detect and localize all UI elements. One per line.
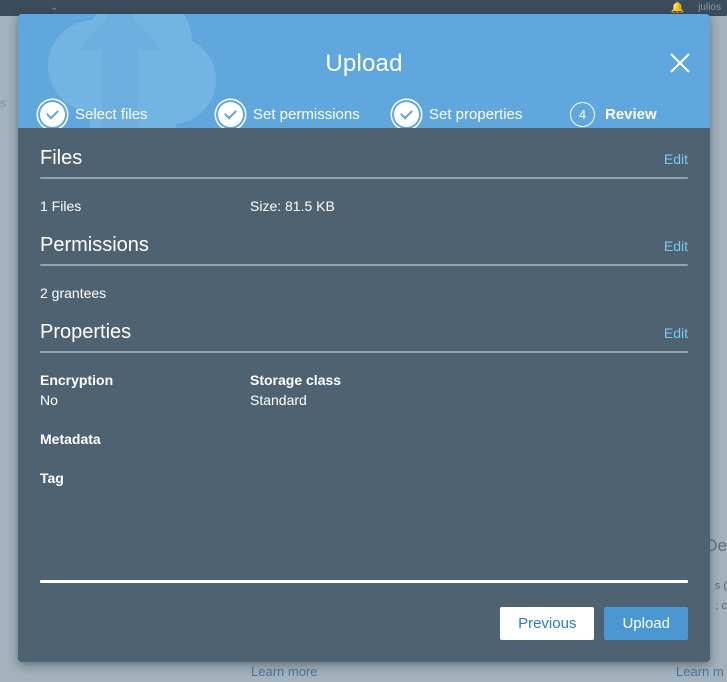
check-icon xyxy=(394,102,419,127)
close-button[interactable] xyxy=(662,45,698,81)
storage-class-value: Standard xyxy=(250,392,307,408)
background-right-line-1: s ( xyxy=(714,580,727,592)
encryption-value: No xyxy=(40,392,58,408)
files-section-body: 1 Files Size: 81.5 KB xyxy=(40,179,688,216)
step-set-properties[interactable]: Set properties xyxy=(394,102,570,127)
step-number-badge: 4 xyxy=(570,102,595,127)
modal-footer: Previous Upload xyxy=(18,580,710,662)
background-learn-more-link-2[interactable]: Learn m xyxy=(676,664,724,679)
properties-section: Properties Edit Encryption No Storage cl… xyxy=(40,321,688,488)
step-select-files[interactable]: Select files xyxy=(40,102,218,127)
permissions-section: Permissions Edit 2 grantees xyxy=(40,234,688,303)
files-size: Size: 81.5 KB xyxy=(250,198,335,214)
step-indicator: Select files Set permissions Set propert… xyxy=(40,102,688,127)
files-section-head: Files Edit xyxy=(40,147,688,177)
footer-actions: Previous Upload xyxy=(40,607,688,640)
modal-title: Upload xyxy=(325,50,403,77)
files-count: 1 Files xyxy=(40,198,82,214)
storage-class-field: Storage class Standard xyxy=(250,370,688,410)
background-left-text: s xyxy=(0,96,6,110)
footer-divider xyxy=(40,580,688,583)
check-icon xyxy=(40,102,65,127)
navbar-chevron-icon[interactable]: ⌄ xyxy=(50,1,58,15)
background-learn-more-link-1[interactable]: Learn more xyxy=(251,664,317,679)
modal-header: Upload Select files Set permissions Set … xyxy=(18,14,710,128)
permissions-section-body: 2 grantees xyxy=(40,266,688,303)
permissions-extra xyxy=(250,283,688,303)
properties-edit-link[interactable]: Edit xyxy=(664,325,688,341)
grantees-count: 2 grantees xyxy=(40,285,107,301)
files-section-title: Files xyxy=(40,147,83,169)
tag-label: Tag xyxy=(40,470,64,486)
properties-section-head: Properties Edit xyxy=(40,321,688,351)
step-label-set-properties: Set properties xyxy=(429,106,523,123)
files-section: Files Edit 1 Files Size: 81.5 KB xyxy=(40,147,688,216)
step-review[interactable]: 4 Review xyxy=(570,102,657,127)
encryption-label: Encryption xyxy=(40,372,114,388)
files-edit-link[interactable]: Edit xyxy=(664,151,688,167)
permissions-section-head: Permissions Edit xyxy=(40,234,688,264)
modal-body: Files Edit 1 Files Size: 81.5 KB Permiss… xyxy=(18,128,710,580)
storage-class-label: Storage class xyxy=(250,372,342,388)
upload-modal: Upload Select files Set permissions Set … xyxy=(18,14,710,662)
previous-button[interactable]: Previous xyxy=(500,607,595,640)
step-label-select-files: Select files xyxy=(75,106,148,123)
step-label-set-permissions: Set permissions xyxy=(253,106,360,123)
check-icon xyxy=(218,102,243,127)
step-set-permissions[interactable]: Set permissions xyxy=(218,102,394,127)
permissions-edit-link[interactable]: Edit xyxy=(664,238,688,254)
properties-section-body: Encryption No Storage class Standard xyxy=(40,353,688,410)
upload-button[interactable]: Upload xyxy=(604,607,688,640)
properties-section-title: Properties xyxy=(40,321,132,343)
close-icon xyxy=(670,53,690,73)
step-label-review: Review xyxy=(605,106,657,123)
metadata-label: Metadata xyxy=(40,431,101,447)
background-right-line-2: ; c xyxy=(715,600,727,612)
encryption-field: Encryption No xyxy=(40,370,250,410)
permissions-section-title: Permissions xyxy=(40,234,149,256)
